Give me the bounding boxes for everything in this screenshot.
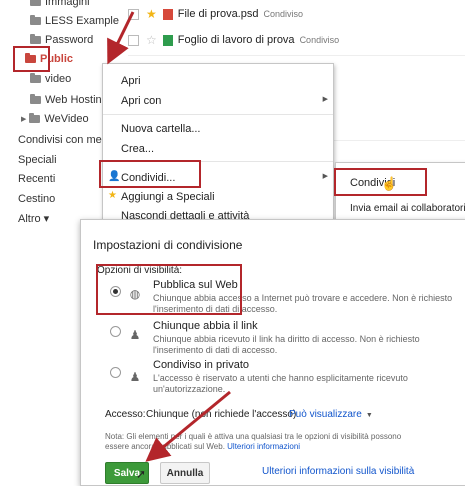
annotation-arrow-to-menu [107, 11, 135, 65]
annotation-arrows [107, 11, 231, 462]
annotation-arrow-to-save [145, 390, 231, 462]
